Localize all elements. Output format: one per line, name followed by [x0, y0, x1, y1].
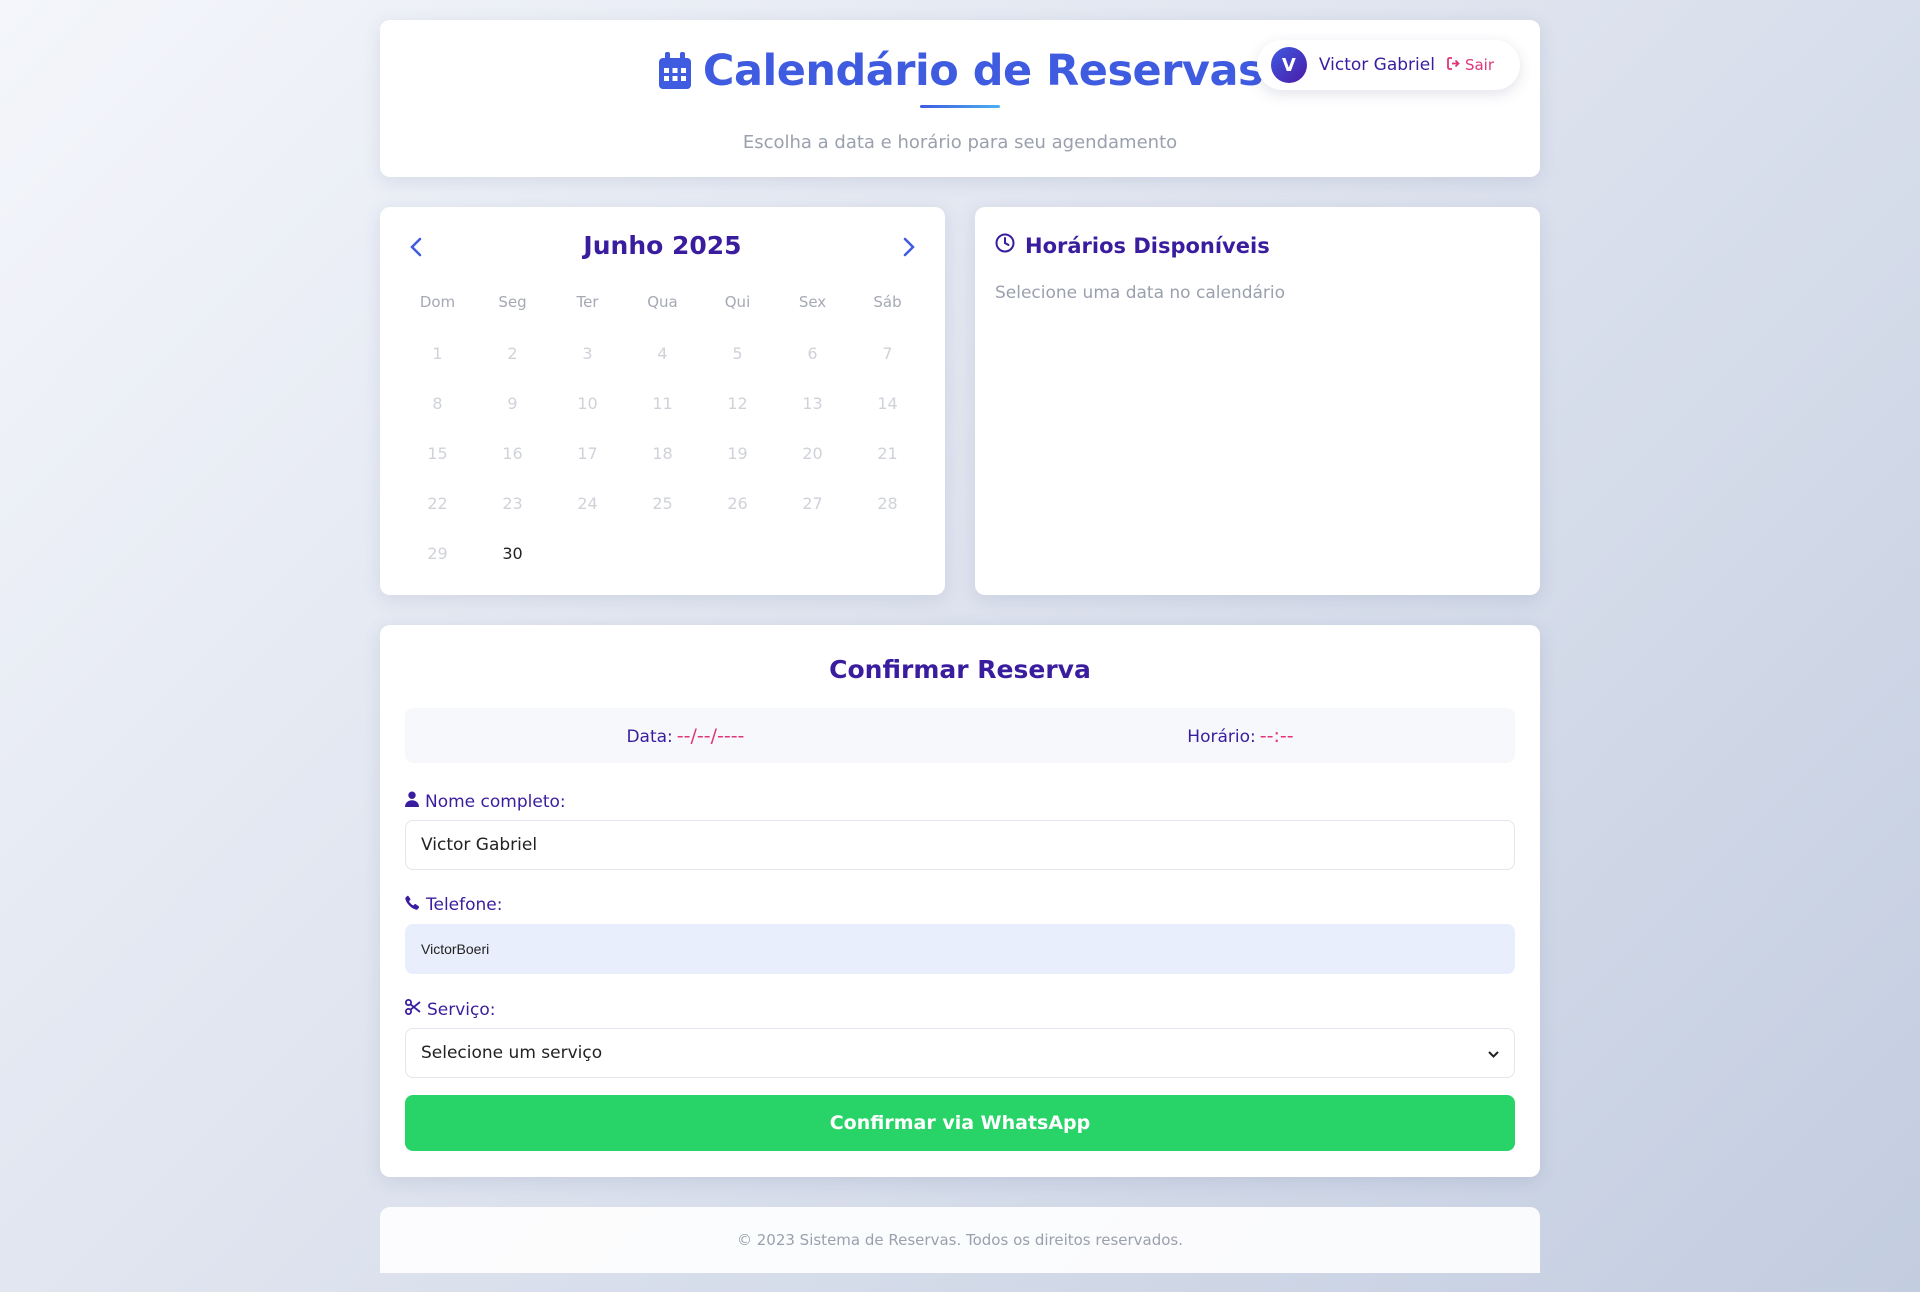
- weekday-header: Dom Seg Ter Qua Qui Sex Sáb: [400, 293, 925, 311]
- date-summary: Data: --/--/----: [626, 725, 744, 747]
- calendar-day: 2: [507, 344, 518, 363]
- calendar-day: 3: [582, 344, 593, 363]
- calendar-day: 26: [727, 494, 748, 513]
- calendar-day: 24: [577, 494, 598, 513]
- service-select[interactable]: Selecione um serviço: [405, 1028, 1515, 1078]
- booking-summary: Data: --/--/---- Horário: --:--: [405, 708, 1515, 763]
- header-card: Calendário de Reservas Escolha a data e …: [380, 20, 1540, 177]
- calendar-card: Junho 2025 Dom Seg Ter Qua Qui Sex Sáb 1234567…: [380, 207, 945, 595]
- calendar-day: 28: [877, 494, 898, 513]
- name-field-label: Nome completo:: [405, 791, 566, 812]
- calendar-day: 18: [652, 444, 673, 463]
- calendar-day: 16: [502, 444, 523, 463]
- calendar-header: Junho 2025: [380, 229, 945, 269]
- time-value: --:--: [1259, 724, 1294, 747]
- date-value: --/--/----: [676, 724, 745, 747]
- service-selected-value: Selecione um serviço: [421, 1043, 603, 1063]
- chevron-down-icon: [1488, 1043, 1499, 1063]
- calendar-day[interactable]: 30: [475, 529, 550, 579]
- booking-card: Confirmar Reserva Data: --/--/---- Horári…: [380, 625, 1540, 1177]
- calendar-day: 4: [657, 344, 668, 363]
- weekday-label: Dom: [419, 293, 456, 311]
- calendar-day: 6: [807, 344, 818, 363]
- calendar-day: 19: [727, 444, 748, 463]
- calendar-day: 20: [802, 444, 823, 463]
- weekday-label: Seg: [498, 293, 527, 311]
- calendar-row: Junho 2025 Dom Seg Ter Qua Qui Sex Sáb 1234567…: [380, 207, 1540, 595]
- confirm-whatsapp-button[interactable]: Confirmar via WhatsApp: [405, 1095, 1515, 1151]
- calendar-icon: [657, 51, 693, 91]
- calendar-day: 23: [502, 494, 523, 513]
- weekday-label: Sáb: [873, 293, 902, 311]
- calendar-day: 15: [427, 444, 448, 463]
- calendar-day: 27: [802, 494, 823, 513]
- calendar-day: 21: [877, 444, 898, 463]
- name-input[interactable]: [405, 820, 1515, 870]
- booking-title: Confirmar Reserva: [829, 655, 1091, 684]
- page-title-text: Calendário de Reservas: [702, 46, 1264, 96]
- weekday-label: Ter: [576, 293, 599, 311]
- user-name: Victor Gabriel: [1318, 55, 1435, 75]
- date-label: Data:: [626, 726, 673, 747]
- slots-title-text: Horários Disponíveis: [1025, 233, 1270, 258]
- weekday-label: Sex: [798, 293, 827, 311]
- avatar[interactable]: V: [1270, 47, 1307, 83]
- calendar-day: 29: [427, 544, 448, 563]
- footer-text: © 2023 Sistema de Reservas. Todos os dir…: [736, 1231, 1184, 1249]
- name-label-text: Nome completo:: [425, 791, 566, 812]
- calendar-grid: 1 2 3 4 5 6 7 8 9 10 11 12 13 14 15 16 17 18 19 20 21 22 23 24 2…: [400, 329, 925, 579]
- month-label: Junho 2025: [583, 231, 742, 260]
- calendar-day: 10: [577, 394, 598, 413]
- logout-label: Sair: [1464, 56, 1494, 74]
- sign-out-icon: [1447, 56, 1461, 74]
- time-slots-card: Horários Disponíveis Selecione uma data …: [975, 207, 1540, 595]
- service-field-label: Serviço:: [405, 999, 496, 1020]
- page-container: Calendário de Reservas Escolha a data e …: [380, 20, 1540, 1273]
- weekday-label: Qui: [724, 293, 751, 311]
- footer: © 2023 Sistema de Reservas. Todos os dir…: [380, 1207, 1540, 1273]
- calendar-day: 14: [877, 394, 898, 413]
- calendar-day: 1: [432, 344, 443, 363]
- phone-label-text: Telefone:: [426, 895, 503, 915]
- weekday-label: Qua: [647, 293, 678, 311]
- calendar-day: 11: [652, 394, 673, 413]
- phone-icon: [405, 895, 420, 915]
- logout-button[interactable]: Sair: [1447, 56, 1494, 74]
- calendar-day: 13: [802, 394, 823, 413]
- time-label: Horário:: [1187, 726, 1256, 747]
- user-icon: [405, 791, 419, 812]
- calendar-day: 7: [882, 344, 893, 363]
- calendar-day: 5: [732, 344, 743, 363]
- slots-empty-message: Selecione uma data no calendário: [995, 283, 1286, 303]
- calendar-day: 8: [432, 394, 443, 413]
- calendar-day: 17: [577, 444, 598, 463]
- time-summary: Horário: --:--: [1187, 725, 1293, 747]
- slots-title: Horários Disponíveis: [995, 233, 1270, 258]
- calendar-day: 9: [507, 394, 518, 413]
- next-month-button[interactable]: [893, 233, 925, 265]
- calendar-day: 22: [427, 494, 448, 513]
- phone-input[interactable]: [405, 924, 1515, 974]
- page-subtitle: Escolha a data e horário para seu agenda…: [742, 132, 1178, 153]
- service-label-text: Serviço:: [427, 999, 496, 1020]
- clock-icon: [995, 233, 1015, 258]
- user-menu: V Victor Gabriel Sair: [1256, 40, 1520, 90]
- calendar-day: 25: [652, 494, 673, 513]
- chevron-right-icon: [903, 237, 915, 261]
- title-underline: [920, 105, 1000, 108]
- phone-field-label: Telefone:: [405, 895, 502, 915]
- scissors-icon: [405, 999, 421, 1020]
- calendar-day: 12: [727, 394, 748, 413]
